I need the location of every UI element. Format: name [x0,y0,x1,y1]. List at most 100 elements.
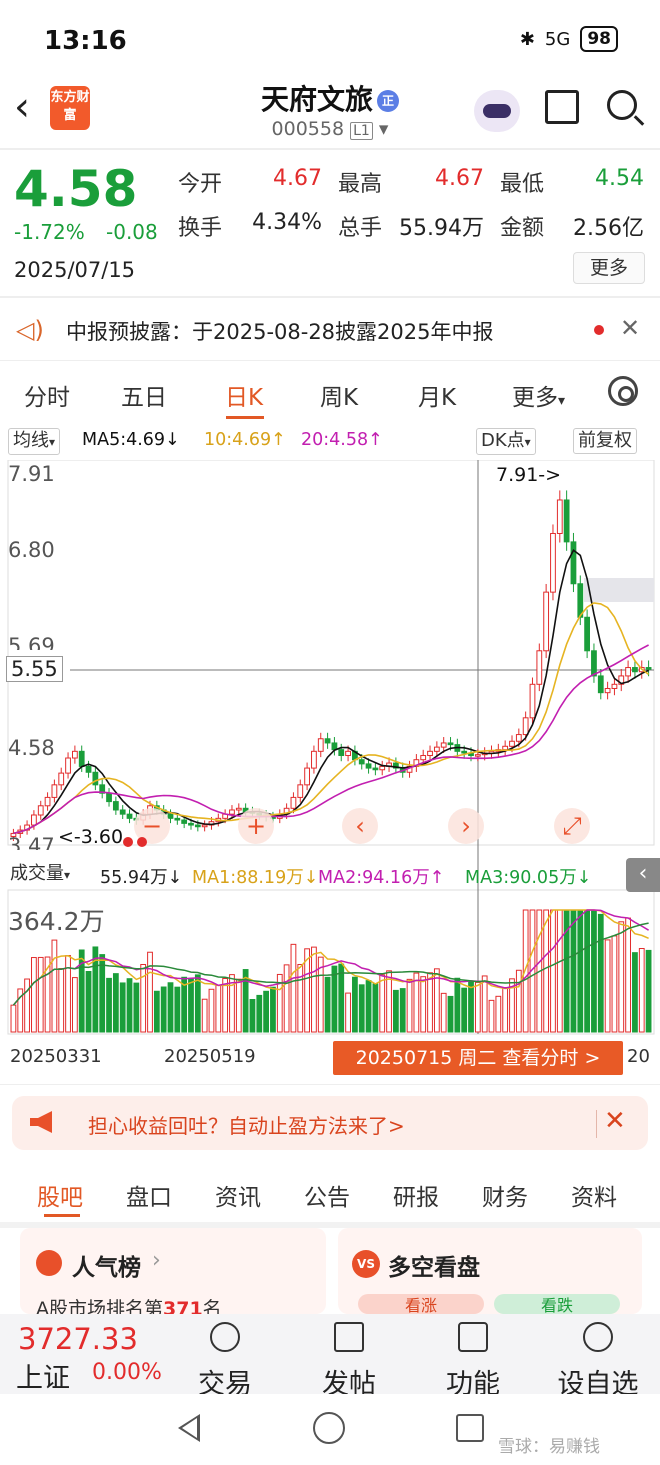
kline-chart[interactable]: − + ‹ › ⤢ [0,460,660,1090]
bear-button[interactable]: 看跌 [494,1294,620,1314]
network-type: 5G [544,28,571,50]
current-price: 4.58 [14,160,138,218]
gear-icon[interactable] [608,376,638,406]
volume-bar [358,984,365,1033]
system-home-icon[interactable] [313,1412,345,1444]
volume-bar [270,986,276,1033]
grid-icon[interactable] [458,1322,488,1352]
volume-bar [126,978,133,1033]
edit-icon[interactable] [334,1322,364,1352]
active-tab-underline [44,1214,80,1217]
volume-bar [174,986,181,1033]
tab-weekly-k[interactable]: 周K [320,378,358,412]
index-value[interactable]: 3727.33 [18,1322,138,1356]
candle-body [591,650,597,677]
volume-bar [406,978,413,1033]
ma20-legend: 20:4.58↑ [301,430,383,450]
stock-name: 天府文旅 [260,83,373,116]
vs-icon: VS [352,1250,380,1278]
index-name[interactable]: 上证 [16,1356,70,1395]
popularity-title: 人气榜 [72,1255,141,1281]
candle-body [58,772,65,786]
volume-bar [133,982,140,1033]
ranking-icon [36,1250,62,1276]
volume-bar [495,995,502,1033]
volume-bar [283,964,290,1033]
tab-intraday[interactable]: 分时 [24,378,70,412]
system-recent-icon[interactable] [456,1414,484,1442]
megaphone-icon [30,1111,52,1133]
tab-more[interactable]: 更多▾ [512,378,565,412]
share-icon[interactable] [545,90,579,124]
max-price-mark: 7.91-> [496,464,562,486]
volume-bar [570,909,577,1033]
tab-orderbook[interactable]: 盘口 [126,1178,172,1212]
candle-body [365,763,372,769]
volume-bar [488,999,495,1033]
rank-suffix: 名 [202,1298,222,1314]
tab-profile[interactable]: 资料 [571,1178,617,1212]
chevron-down-icon: ▾ [64,868,71,882]
assistant-robot-icon[interactable] [474,90,520,132]
volume-bar [447,995,454,1033]
candle-body [65,757,71,774]
volume-bar [112,973,119,1033]
chevron-down-icon: ▾ [49,435,56,449]
tab-finance[interactable]: 财务 [482,1178,528,1212]
min-price-mark: <-3.60 [58,826,124,848]
adjust-button[interactable]: 前复权 [573,428,637,454]
volume-bar [24,978,30,1033]
stock-tag-icon: 正 [377,90,399,112]
chevron-right-icon: › [152,1248,161,1273]
candle-body [106,792,112,803]
turnover-value: 4.34% [252,210,322,235]
collapse-panel-icon[interactable]: ‹ [626,858,660,892]
search-icon[interactable] [607,90,637,120]
candle-body [331,742,338,751]
rank-prefix: A股市场排名第 [36,1298,163,1314]
tab-forum[interactable]: 股吧 [37,1178,83,1212]
tab-announcements[interactable]: 公告 [304,1178,350,1212]
volume-selector[interactable]: 成交量▾ [6,862,75,887]
tab-daily-k[interactable]: 日K [225,378,263,412]
volume-bar [379,974,386,1033]
candle-body [570,541,577,585]
speaker-icon: ◁) [16,316,44,344]
view-intraday-button[interactable]: 20250715 周二 查看分时 > [333,1041,623,1075]
candle-body [502,745,509,751]
system-back-icon[interactable] [178,1414,200,1442]
candle-body [71,750,78,759]
volume-bar [365,980,372,1033]
volume-bar [345,992,351,1033]
tab-five-day[interactable]: 五日 [121,378,167,412]
volume-bar [222,978,229,1033]
candle-body [290,796,297,809]
ma-selector[interactable]: 均线▾ [8,428,61,455]
more-button[interactable]: 更多 [573,252,645,284]
volume-bar [632,952,638,1033]
more-dots-icon[interactable] [583,1322,613,1352]
candle-body [51,784,58,798]
candle-body [85,765,92,773]
bull-button[interactable]: 看涨 [358,1294,484,1314]
trade-icon[interactable] [210,1322,240,1352]
close-icon[interactable]: ✕ [604,1106,626,1136]
notice-text[interactable]: 中报预披露：于2025-08-28披露2025年中报 [66,316,493,346]
tab-research[interactable]: 研报 [393,1178,439,1212]
volume-value: 55.94万 [399,216,484,241]
volume-bar [597,913,604,1033]
unread-dot [594,325,604,335]
battery-level: 98 [580,26,618,52]
tab-monthly-k[interactable]: 月K [418,378,456,412]
bluetooth-icon: ✱ [519,28,535,50]
candle-body [632,667,638,673]
volume-bar [427,972,433,1033]
dk-point-button[interactable]: DK点▾ [476,428,536,455]
volume-ma1: MA1:88.19万↓ [192,868,319,888]
tab-news[interactable]: 资讯 [215,1178,261,1212]
close-icon[interactable]: ✕ [620,314,640,342]
candle-body [311,750,317,769]
promo-text[interactable]: 担心收益回吐？自动止盈方法来了> [88,1110,405,1139]
volume-bar [399,988,406,1033]
stock-code: 000558 [271,118,345,140]
